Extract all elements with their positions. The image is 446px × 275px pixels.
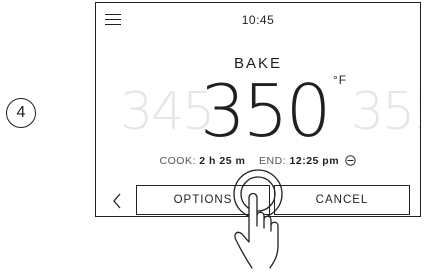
end-time: 12:25 pm [289, 155, 340, 167]
clock-icon [345, 155, 357, 166]
clock-time: 10:45 [241, 13, 275, 27]
cancel-label: CANCEL [315, 194, 369, 206]
cook-end-times: COOK: 2 h 25 m END: 12:25 pm [96, 155, 420, 167]
cook-duration: 2 h 25 m [199, 155, 246, 167]
tap-hand-icon [233, 169, 283, 269]
step-number-badge: 4 [6, 98, 36, 128]
end-label: END: [259, 155, 287, 167]
temperature-unit: °F [333, 73, 348, 87]
step-number: 4 [16, 104, 26, 121]
temperature-current[interactable]: 350 [200, 69, 331, 153]
cook-label: COOK: [159, 155, 196, 167]
temperature-next: 355 [351, 82, 420, 142]
chevron-left-icon[interactable] [110, 191, 124, 211]
